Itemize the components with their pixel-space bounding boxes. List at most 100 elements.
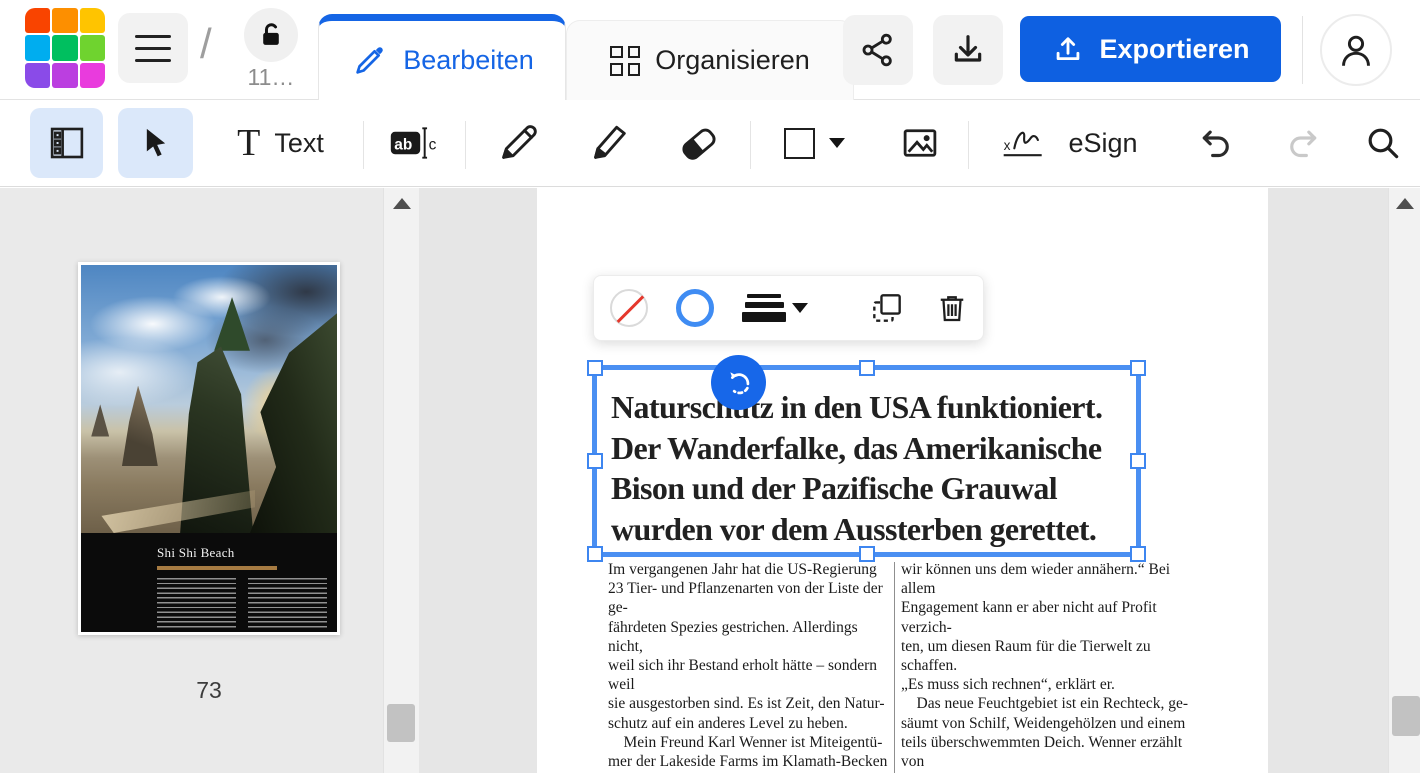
share-button[interactable] <box>843 15 913 85</box>
redo-button[interactable] <box>1272 108 1334 178</box>
tree-on-rock <box>214 297 250 351</box>
stroke-color-button[interactable] <box>676 289 714 327</box>
text-tool-icon: T <box>237 124 260 162</box>
signature-icon: x <box>1002 124 1054 162</box>
body-text-column-right[interactable]: wir können uns dem wieder annähern.“ Bei… <box>901 560 1194 773</box>
toolbar-divider <box>363 121 364 169</box>
share-icon <box>858 30 898 70</box>
document-scrollbar[interactable] <box>1388 188 1420 773</box>
sea-stack-left <box>122 386 158 466</box>
page-number-label: 73 <box>78 677 340 704</box>
blue-color-swatch-icon <box>676 289 714 327</box>
resize-handle-bottom-center[interactable] <box>859 546 875 562</box>
line-thickness-button[interactable] <box>742 294 808 322</box>
sidebar-scrollbar[interactable] <box>383 188 419 773</box>
organize-grid-icon <box>610 46 640 76</box>
resize-handle-middle-right[interactable] <box>1130 453 1146 469</box>
logo-cell <box>25 63 50 88</box>
body-text-column-left[interactable]: Im vergangenen Jahr hat die US-Regierung… <box>608 560 893 773</box>
logo-cell <box>52 8 77 33</box>
tab-bearbeiten[interactable]: Bearbeiten <box>318 14 566 100</box>
page-thumbnail[interactable]: Shi Shi Beach <box>78 262 340 635</box>
select-tool[interactable] <box>118 108 193 178</box>
resize-handle-bottom-right[interactable] <box>1130 546 1146 562</box>
logo-cell <box>52 63 77 88</box>
app-window: / 11… Bearbeiten Organisieren <box>0 0 1420 773</box>
toolbar-divider <box>968 121 969 169</box>
app-logo[interactable] <box>25 8 105 88</box>
export-label: Exportieren <box>1099 34 1249 65</box>
tab-organisieren[interactable]: Organisieren <box>566 20 854 100</box>
resize-handle-top-left[interactable] <box>587 360 603 376</box>
search-button[interactable] <box>1352 108 1414 178</box>
esign-tool[interactable]: x eSign <box>990 108 1150 178</box>
text-tool-label: Text <box>274 128 324 159</box>
thumbnail-panel-icon <box>46 122 88 164</box>
sea-stack-far <box>91 404 109 436</box>
rectangle-shape-icon <box>784 128 815 159</box>
logo-cell <box>80 63 105 88</box>
export-button[interactable]: Exportieren <box>1020 16 1281 82</box>
logo-cell <box>52 35 77 60</box>
chevron-down-icon <box>792 303 808 313</box>
replace-text-tool[interactable]: ab c <box>378 108 454 178</box>
scroll-up-arrow[interactable] <box>393 198 411 209</box>
image-icon <box>899 122 941 164</box>
pencil-icon <box>495 120 541 166</box>
toolbar-divider <box>750 121 751 169</box>
thumbnail-caption-title: Shi Shi Beach <box>157 545 327 561</box>
floating-format-toolbar <box>593 275 984 341</box>
esign-label: eSign <box>1068 128 1137 159</box>
resize-handle-top-center[interactable] <box>859 360 875 376</box>
rotate-handle[interactable] <box>711 355 766 410</box>
tools-bar: T Text ab c <box>0 101 1420 187</box>
svg-text:c: c <box>429 136 437 153</box>
person-icon <box>1334 28 1378 72</box>
replace-text-icon: ab c <box>388 122 444 164</box>
file-name: 11… <box>240 64 302 91</box>
shape-tool[interactable] <box>766 108 862 178</box>
image-tool[interactable] <box>884 108 956 178</box>
thumbnail-caption-subtitle-bar <box>157 566 277 570</box>
upload-icon <box>1051 32 1085 66</box>
document-scrollbar-thumb[interactable] <box>1392 696 1420 736</box>
duplicate-button[interactable] <box>868 289 906 327</box>
account-avatar[interactable] <box>1320 14 1392 86</box>
column-divider-rule <box>894 562 895 773</box>
logo-cell <box>80 35 105 60</box>
download-button[interactable] <box>933 15 1003 85</box>
line-thickness-icon <box>742 294 786 322</box>
file-badge[interactable]: 11… <box>240 8 302 91</box>
draw-pencil-tool[interactable] <box>482 108 554 178</box>
sidebar-scrollbar-thumb[interactable] <box>387 704 415 742</box>
no-fill-button[interactable] <box>610 289 648 327</box>
main-menu-button[interactable] <box>118 13 188 83</box>
svg-text:x: x <box>1004 138 1011 153</box>
toolbar-divider <box>465 121 466 169</box>
resize-handle-middle-left[interactable] <box>587 453 603 469</box>
thumbnail-caption-text-lines <box>157 578 327 630</box>
redo-icon <box>1283 123 1323 163</box>
no-color-icon <box>610 289 648 327</box>
delete-button[interactable] <box>934 290 970 326</box>
chevron-down-icon <box>829 138 845 148</box>
cliff-right <box>250 313 337 533</box>
undo-button[interactable] <box>1185 108 1247 178</box>
trash-icon <box>934 290 970 326</box>
highlighter-icon <box>585 120 631 166</box>
selection-box[interactable] <box>592 365 1141 557</box>
tab-label: Organisieren <box>655 45 810 76</box>
lock-circle <box>244 8 298 62</box>
resize-handle-bottom-left[interactable] <box>587 546 603 562</box>
resize-handle-top-right[interactable] <box>1130 360 1146 376</box>
page-thumbnails-toggle[interactable] <box>30 108 103 178</box>
scroll-up-arrow[interactable] <box>1396 198 1414 209</box>
text-tool[interactable]: T Text <box>208 108 353 178</box>
undo-icon <box>1196 123 1236 163</box>
header-bar: / 11… Bearbeiten Organisieren <box>0 0 1420 100</box>
download-icon <box>948 30 988 70</box>
tab-label: Bearbeiten <box>403 45 534 76</box>
eraser-tool[interactable] <box>662 108 734 178</box>
highlighter-tool[interactable] <box>572 108 644 178</box>
logo-cell <box>25 8 50 33</box>
